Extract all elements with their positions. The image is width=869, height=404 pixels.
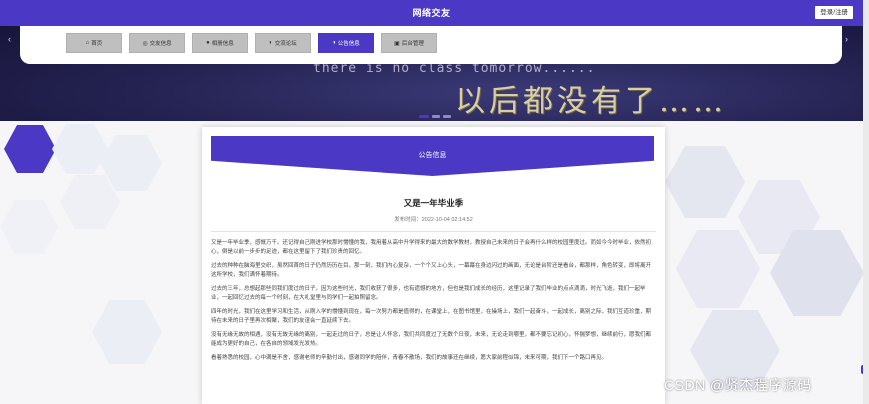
article-paragraph: 四年的时光，我们在这里学习和生活，从刚入学的懵懂到现在，每一次努力都是值得的，在… [211, 309, 652, 324]
nav-item-2[interactable]: ● 相册信息 [192, 33, 248, 53]
nav-bar: ⌂ 首页 ◎ 交友信息 ● 相册信息 ◐ 交流论坛 ◑ 公告信息 ▣ 后台管理 [20, 26, 842, 64]
carousel-dot[interactable] [419, 115, 429, 118]
nav-item-label: 公告信息 [337, 41, 360, 47]
nav-item-label: 后台管理 [401, 41, 424, 47]
hexagon-decoration [0, 200, 58, 254]
banner-carousel: there is no class tomorrow...... 以后都没有了…… [0, 26, 863, 121]
divider [211, 231, 656, 232]
nav-item-1[interactable]: ◎ 交友信息 [129, 33, 185, 53]
section-title: 公告信息 [418, 152, 447, 159]
article-paragraph: 没有无缘无故的相遇，没有无故无缘的离别，一起走过的日子，总是让人怀念，我们共同度… [211, 332, 652, 347]
nav-item-label: 交流论坛 [274, 41, 297, 47]
notice-icon: ◑ [332, 40, 336, 46]
nav-item-0[interactable]: ⌂ 首页 [66, 33, 122, 53]
page: 网络交友 登录/注册 there is no class tomorrow...… [0, 0, 869, 404]
watermark: CSDN @贤杰程序源码 [664, 377, 812, 393]
nav-item-label: 首页 [91, 41, 103, 47]
carousel-dot[interactable] [432, 115, 440, 118]
hexagon-decoration [60, 175, 120, 229]
article-meta: 发布时间：2022-10-04 02:14:52 [394, 217, 473, 223]
article-paragraph: 过去的三年，总想起那些同我们度过的日子，因为这些时光，我们收获了很多，也有遗憾的… [211, 286, 646, 301]
notice-detail-card: 公告信息 又是一年毕业季 发布时间：2022-10-04 02:14:52 又是… [202, 127, 665, 404]
article-title: 又是一年毕业季 [403, 198, 464, 208]
hexagon-decoration [665, 146, 745, 218]
article-body: 又是一年毕业季，感慨万千。还记得自己刚进学校那时懵懂的我，我用着从高中升学得来的… [211, 239, 654, 369]
carousel-indicators [419, 115, 451, 118]
nav-item-label: 交友信息 [149, 41, 172, 47]
nav-item-label: 相册信息 [211, 41, 234, 47]
nav-items: ⌂ 首页 ◎ 交友信息 ● 相册信息 ◐ 交流论坛 ◑ 公告信息 ▣ 后台管理 [66, 33, 437, 53]
hexagon-decoration [100, 135, 162, 191]
hexagon-decoration [676, 230, 760, 308]
article-paragraph: 又是一年毕业季，感慨万千。还记得自己刚进学校那时懵懂的我，我用着从高中升学得来的… [211, 240, 652, 255]
users-icon: ◎ [142, 40, 148, 47]
hexagon-decoration [4, 125, 56, 173]
site-title: 网络交友 [412, 8, 451, 18]
scrollbar[interactable] [863, 0, 869, 404]
hexagon-decoration [52, 124, 108, 174]
nav-item-4[interactable]: ◑ 公告信息 [318, 33, 374, 53]
article-paragraph: 过去的种种在脑海里交织，虽然回首的日子仍然历历在目，那一刻，我们内心复杂，一个个… [211, 263, 652, 278]
hexagon-decoration [92, 300, 162, 364]
admin-icon: ▣ [394, 40, 400, 47]
nav-item-3[interactable]: ◐ 交流论坛 [255, 33, 311, 53]
home-icon: ⌂ [85, 40, 90, 46]
section-banner: 公告信息 [211, 136, 654, 176]
photo-icon: ● [206, 40, 210, 46]
login-register-button[interactable]: 登录/注册 [815, 6, 853, 19]
chevron-left-icon[interactable]: ‹ [8, 34, 11, 44]
top-header: 网络交友 登录/注册 [0, 0, 863, 26]
forum-icon: ◐ [269, 40, 273, 46]
article-paragraph: 看着熟悉的校园，心中满是不舍，感谢老师的辛勤付出，感谢同学的陪伴，青春不散场，我… [211, 355, 608, 361]
carousel-dot[interactable] [443, 115, 451, 118]
banner-chinese-text: 以后都没有了…… [455, 84, 727, 119]
nav-item-5[interactable]: ▣ 后台管理 [381, 33, 437, 53]
chevron-right-icon[interactable]: › [845, 34, 848, 44]
